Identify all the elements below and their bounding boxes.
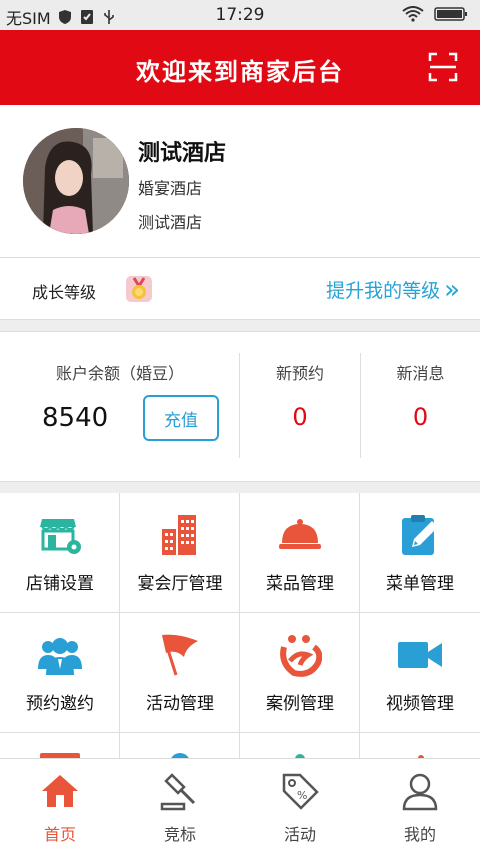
tab-label: 我的 [403,825,436,844]
menu-item-activities[interactable]: 活动管理 [120,613,240,733]
home-icon [42,775,78,807]
menu-grid: 店铺设置 宴会厅管理 菜品管理 菜单管理 预约邀约 活动管理 案例管理 视频管理 [0,493,480,758]
avatar[interactable] [23,128,129,234]
menu-item-label: 案例管理 [266,694,334,714]
clipboard-edit-icon [402,515,438,555]
battery-icon [434,7,467,21]
wifi-icon [402,6,424,22]
building-icon [162,515,196,555]
flag-icon [162,634,198,676]
store-name: 测试酒店 [138,141,227,166]
svg-text:%: % [297,789,307,802]
menu-item-booking[interactable]: 预约邀约 [0,613,120,733]
profile-card: 测试酒店 婚宴酒店 测试酒店 [0,105,480,258]
case-icon [280,635,322,677]
tab-activities[interactable]: % 活动 [240,759,360,854]
growth-level-label: 成长等级 [32,283,97,302]
bottom-tab-bar: 首页 竞标 % 活动 我的 [0,758,480,854]
new-booking-label: 新预约 [275,364,324,383]
users-icon [38,638,82,675]
menu-item-label: 店铺设置 [26,574,94,594]
menu-item-partial[interactable] [0,733,120,758]
tab-label: 活动 [283,825,316,844]
menu-item-shop-settings[interactable]: 店铺设置 [0,493,120,613]
status-right [402,6,468,22]
avatar-image [23,128,129,234]
menu-item-videos[interactable]: 视频管理 [360,613,480,733]
balance-value: 8540 [42,403,109,433]
menu-item-label: 预约邀约 [26,694,94,714]
balance-label: 账户余额（婚豆） [55,364,184,383]
tab-bidding[interactable]: 竞标 [120,759,240,854]
menu-item-partial[interactable] [360,733,480,758]
tab-label: 首页 [43,825,76,844]
page-title: 欢迎来到商家后台 [136,58,344,86]
user-icon [402,773,438,811]
section-divider [0,481,480,493]
menu-item-partial[interactable] [240,733,360,758]
new-message-label: 新消息 [396,364,445,383]
menu-item-label: 活动管理 [146,694,214,714]
stats-panel: 账户余额（婚豆） 8540 充值 新预约 0 新消息 0 [0,333,480,481]
growth-level-row: 成长等级 提升我的等级 » [0,258,480,320]
app-header: 欢迎来到商家后台 [0,30,480,105]
store-subtitle: 测试酒店 [138,213,203,232]
video-icon [398,642,442,668]
menu-item-label: 菜单管理 [386,574,454,594]
cloche-icon [279,519,321,549]
shop-settings-icon [40,519,81,554]
tab-home[interactable]: 首页 [0,759,120,854]
menu-item-partial[interactable] [120,733,240,758]
menu-item-label: 视频管理 [386,694,454,714]
medal-icon [126,276,152,302]
menu-item-dishes[interactable]: 菜品管理 [240,493,360,613]
menu-item-cases[interactable]: 案例管理 [240,613,360,733]
menu-item-label: 宴会厅管理 [137,574,223,594]
upgrade-level-link[interactable]: 提升我的等级 » [326,276,460,303]
tab-mine[interactable]: 我的 [360,759,480,854]
menu-item-menus[interactable]: 菜单管理 [360,493,480,613]
scan-icon[interactable] [428,52,458,82]
gavel-icon [160,773,196,811]
store-type: 婚宴酒店 [138,179,203,198]
upgrade-level-label: 提升我的等级 [326,280,441,302]
menu-item-banquet-hall[interactable]: 宴会厅管理 [120,493,240,613]
recharge-button[interactable]: 充值 [143,395,219,441]
menu-item-label: 菜品管理 [266,574,334,594]
new-booking-count[interactable]: 0 [240,403,360,431]
new-message-count[interactable]: 0 [361,403,480,431]
section-divider [0,320,480,332]
double-chevron-right-icon: » [444,274,460,305]
status-bar: 无SIM 17:29 [0,0,480,30]
tab-label: 竞标 [163,825,196,844]
tag-icon: % [282,773,319,810]
